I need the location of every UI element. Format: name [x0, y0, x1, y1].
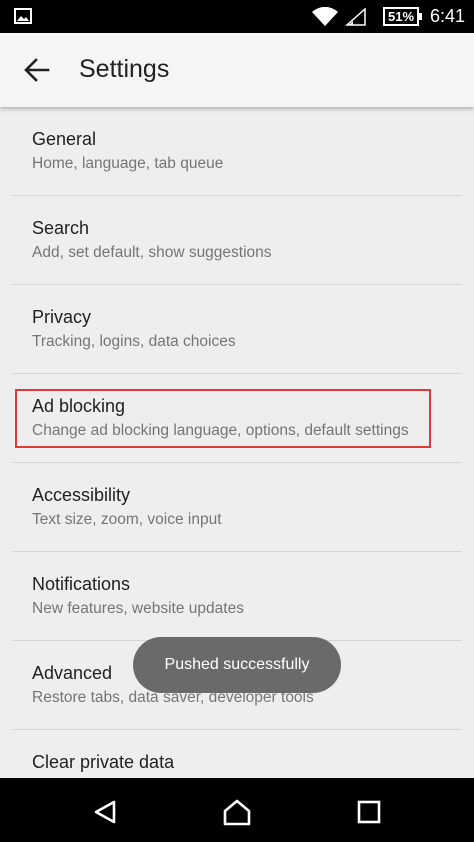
back-button[interactable]: [16, 49, 58, 91]
clock: 6:41: [430, 6, 466, 26]
battery-percentage: 51%: [387, 9, 415, 24]
home-icon: [223, 799, 251, 826]
settings-item-general[interactable]: General Home, language, tab queue: [12, 107, 462, 196]
status-bar: 51% 6:41: [0, 0, 474, 33]
settings-item-title: Search: [32, 218, 90, 238]
page-title: Settings: [79, 55, 170, 83]
nav-home-button[interactable]: [217, 792, 257, 832]
navigation-bar: [0, 778, 474, 842]
arrow-left-icon: [24, 58, 50, 82]
app-toolbar: Settings: [0, 33, 474, 107]
back-triangle-icon: [94, 800, 116, 824]
highlight-box: [15, 389, 431, 448]
settings-item-notifications[interactable]: Notifications New features, website upda…: [12, 552, 462, 641]
wifi-icon: [312, 7, 338, 26]
settings-item-subtitle: Add, set default, show suggestions: [32, 244, 272, 261]
image-icon: [14, 8, 32, 24]
nav-back-button[interactable]: [85, 792, 125, 832]
settings-item-subtitle: Text size, zoom, voice input: [32, 511, 222, 528]
settings-item-subtitle: New features, website updates: [32, 600, 244, 617]
settings-item-privacy[interactable]: Privacy Tracking, logins, data choices: [12, 285, 462, 374]
settings-item-title: Clear private data: [32, 752, 175, 772]
settings-item-title: Privacy: [32, 307, 92, 327]
settings-item-title: General: [32, 129, 97, 149]
settings-item-title: Advanced: [32, 663, 113, 683]
settings-item-subtitle: Tracking, logins, data choices: [32, 333, 236, 350]
toast-message: Pushed successfully: [133, 637, 341, 693]
settings-item-accessibility[interactable]: Accessibility Text size, zoom, voice inp…: [12, 463, 462, 552]
settings-item-title: Accessibility: [32, 485, 131, 505]
settings-item-search[interactable]: Search Add, set default, show suggestion…: [12, 196, 462, 285]
settings-item-subtitle: Home, language, tab queue: [32, 155, 224, 172]
settings-item-title: Notifications: [32, 574, 131, 594]
recents-square-icon: [357, 800, 381, 824]
signal-icon: [345, 8, 366, 26]
settings-item-clear-private-data[interactable]: Clear private data: [12, 730, 462, 778]
battery-icon: 51%: [383, 7, 423, 26]
nav-recents-button[interactable]: [349, 792, 389, 832]
